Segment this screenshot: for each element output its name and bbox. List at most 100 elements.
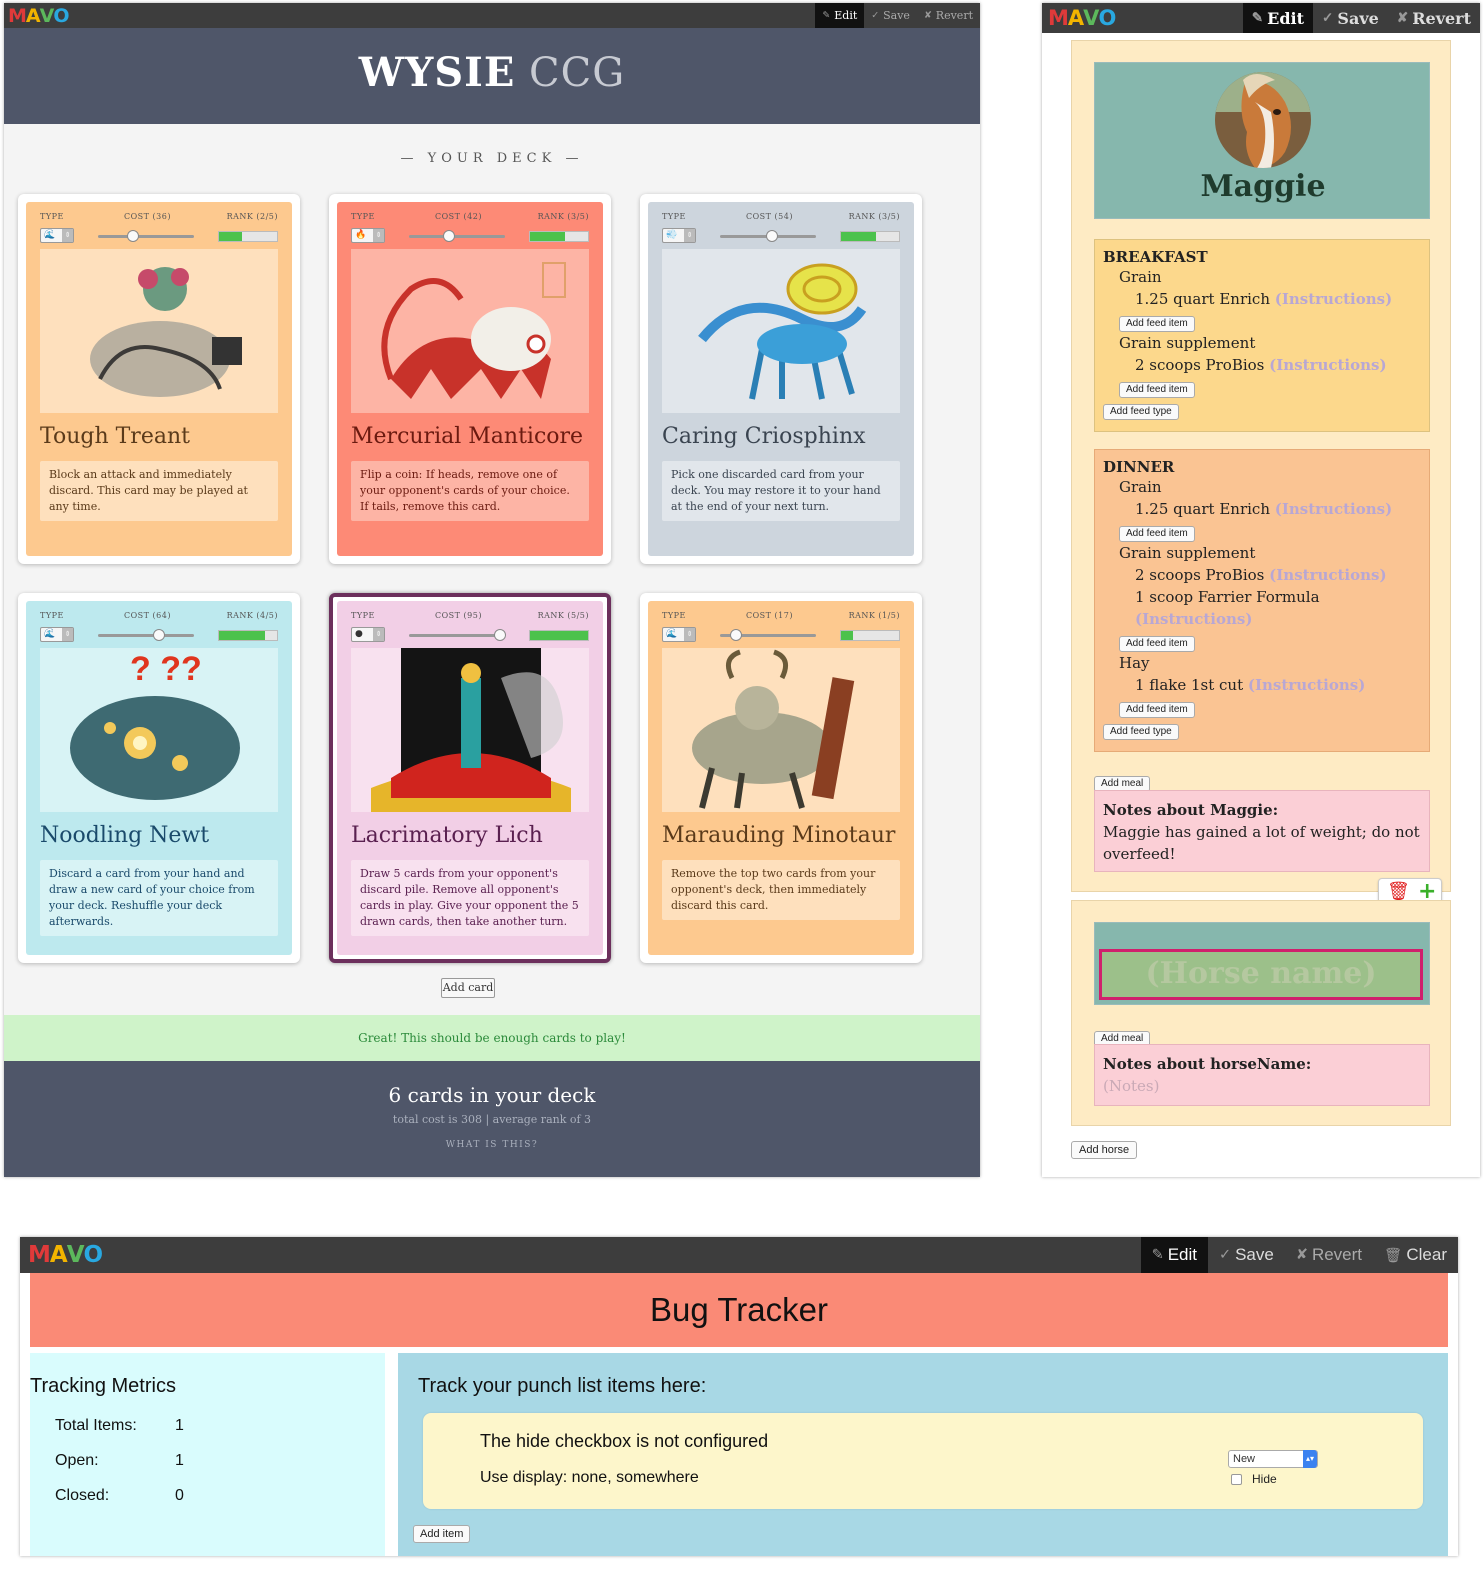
- add-feed-item-button[interactable]: Add feed item: [1119, 636, 1195, 652]
- trash-icon[interactable]: 🗑: [1387, 881, 1410, 902]
- feed-item-text[interactable]: 1.25 quart Enrich: [1135, 290, 1270, 308]
- add-feed-item-button[interactable]: Add feed item: [1119, 526, 1195, 542]
- edit-button[interactable]: ✎ Edit: [1140, 1237, 1208, 1273]
- cost-slider[interactable]: [720, 230, 816, 242]
- type-select[interactable]: 💨 ⇕: [662, 228, 696, 243]
- type-label: TYPE: [662, 611, 686, 620]
- horse-photo: [1215, 72, 1311, 168]
- card-body: TYPE COST (42) RANK (3/5) 🔥 ⇕ Mercurial Manti…: [337, 202, 603, 556]
- card-name[interactable]: Noodling Newt: [40, 823, 209, 848]
- slider-knob[interactable]: [494, 629, 507, 641]
- slider-knob[interactable]: [126, 230, 139, 242]
- feed-item-text[interactable]: 1 flake 1st cut: [1135, 676, 1243, 694]
- card[interactable]: TYPE COST (64) RANK (4/5) 🌊 ⇕? ?? Noodling Ne…: [18, 593, 300, 963]
- card-description[interactable]: Draw 5 cards from your opponent's discar…: [351, 860, 589, 936]
- type-select[interactable]: 🌊 ⇕: [662, 627, 696, 642]
- revert-button[interactable]: ✘ Revert: [1285, 1237, 1373, 1273]
- revert-button[interactable]: ✘ Revert: [1388, 3, 1480, 33]
- add-feed-item-row: Add feed item: [1103, 376, 1429, 398]
- save-button[interactable]: ✓ Save: [864, 3, 917, 28]
- rank-meter: [218, 231, 278, 242]
- card-description[interactable]: Pick one discarded card from your deck. …: [662, 461, 900, 521]
- instructions-link[interactable]: (Instructions): [1275, 500, 1392, 518]
- instructions-link[interactable]: (Instructions): [1248, 676, 1365, 694]
- cost-slider[interactable]: [720, 629, 816, 641]
- card-description[interactable]: Discard a card from your hand and draw a…: [40, 860, 278, 936]
- card[interactable]: TYPE COST (54) RANK (3/5) 💨 ⇕ Caring Criosphi…: [640, 194, 922, 564]
- cost-slider[interactable]: [98, 230, 194, 242]
- item-title[interactable]: The hide checkbox is not configured: [480, 1431, 768, 1452]
- add-feed-item-button[interactable]: Add feed item: [1119, 702, 1195, 718]
- slider-knob[interactable]: [765, 230, 778, 242]
- add-feed-type-button[interactable]: Add feed type: [1103, 724, 1179, 740]
- card-name[interactable]: Mercurial Manticore: [351, 424, 583, 449]
- instructions-link[interactable]: (Instructions): [1269, 566, 1386, 584]
- rank-label: RANK (3/5): [537, 212, 589, 221]
- what-is-this-link[interactable]: WHAT IS THIS?: [4, 1140, 980, 1150]
- edit-button[interactable]: ✎ Edit: [815, 3, 865, 28]
- add-feed-type-row: Add feed type: [1103, 398, 1429, 420]
- metric-total: Total Items: 1: [55, 1417, 184, 1434]
- revert-button[interactable]: ✘ Revert: [917, 3, 980, 28]
- slider-knob[interactable]: [730, 629, 743, 641]
- cost-slider[interactable]: [98, 629, 194, 641]
- feed-type[interactable]: Grain supplement: [1103, 542, 1429, 564]
- mavo-logo: MAVO: [28, 1242, 103, 1268]
- feed-item-text[interactable]: 1.25 quart Enrich: [1135, 500, 1270, 518]
- card[interactable]: TYPE COST (36) RANK (2/5) 🌊 ⇕ Tough Treant Blo…: [18, 194, 300, 564]
- card[interactable]: TYPE COST (17) RANK (1/5) 🌊 ⇕ Marauding Minot…: [640, 593, 922, 963]
- svg-text:? ??: ? ??: [130, 650, 202, 688]
- add-feed-item-row: Add feed item: [1103, 520, 1429, 542]
- feed-type[interactable]: Hay: [1103, 652, 1429, 674]
- instructions-link[interactable]: (Instructions): [1275, 290, 1392, 308]
- notes-text[interactable]: Maggie has gained a lot of weight; do no…: [1103, 821, 1421, 865]
- meal-title[interactable]: BREAKFAST: [1103, 248, 1429, 266]
- horse-header: (Horse name): [1094, 922, 1430, 1005]
- edit-button[interactable]: ✎ Edit: [1242, 3, 1314, 33]
- add-meal-button[interactable]: Add meal: [1094, 771, 1151, 792]
- save-button[interactable]: ✓ Save: [1208, 1237, 1285, 1273]
- type-select[interactable]: 🌊 ⇕: [40, 627, 74, 642]
- save-button[interactable]: ✓ Save: [1313, 3, 1388, 33]
- clear-button[interactable]: 🗑 Clear: [1373, 1237, 1458, 1273]
- card[interactable]: TYPE COST (42) RANK (3/5) 🔥 ⇕ Mercurial Manti…: [329, 194, 611, 564]
- horse-name-input[interactable]: (Horse name): [1099, 949, 1423, 1000]
- card[interactable]: TYPE COST (95) RANK (5/5) ● ⇕ Lacrimatory Lic…: [329, 593, 611, 963]
- slider-knob[interactable]: [153, 629, 166, 641]
- slider-knob[interactable]: [443, 230, 456, 242]
- card-description[interactable]: Flip a coin: If heads, remove one of you…: [351, 461, 589, 521]
- card-name[interactable]: Caring Criosphinx: [662, 424, 866, 449]
- type-select[interactable]: ● ⇕: [351, 627, 385, 642]
- cost-slider[interactable]: [409, 230, 505, 242]
- feed-item-text[interactable]: 1 scoop Farrier Formula: [1135, 588, 1320, 606]
- add-feed-item-button[interactable]: Add feed item: [1119, 382, 1195, 398]
- feed-type[interactable]: Grain: [1103, 266, 1429, 288]
- metrics-heading: Tracking Metrics: [30, 1375, 176, 1397]
- item-description[interactable]: Use display: none, somewhere: [480, 1469, 699, 1487]
- add-feed-type-button[interactable]: Add feed type: [1103, 404, 1179, 420]
- add-feed-item-button[interactable]: Add feed item: [1119, 316, 1195, 332]
- feed-type[interactable]: Grain supplement: [1103, 332, 1429, 354]
- add-horse-button[interactable]: Add horse: [1071, 1138, 1138, 1159]
- card-description[interactable]: Block an attack and immediately discard.…: [40, 461, 278, 521]
- card-name[interactable]: Lacrimatory Lich: [351, 823, 543, 848]
- meal-title[interactable]: DINNER: [1103, 458, 1429, 476]
- feed-item-text[interactable]: 2 scoops ProBios: [1135, 566, 1264, 584]
- notes-input[interactable]: (Notes): [1103, 1075, 1421, 1097]
- status-select[interactable]: New ▴▾: [1228, 1450, 1318, 1468]
- add-item-button[interactable]: Add item: [413, 1524, 471, 1543]
- type-select[interactable]: 🌊 ⇕: [40, 228, 74, 243]
- cost-slider[interactable]: [409, 629, 507, 641]
- notes-heading: Notes about horseName:: [1103, 1055, 1312, 1073]
- card-name[interactable]: Tough Treant: [40, 424, 190, 449]
- instructions-link[interactable]: (Instructions): [1135, 610, 1252, 628]
- hide-checkbox[interactable]: [1231, 1474, 1242, 1485]
- card-description[interactable]: Remove the top two cards from your oppon…: [662, 860, 900, 920]
- add-card-button[interactable]: Add card: [441, 978, 495, 998]
- feed-type[interactable]: Grain: [1103, 476, 1429, 498]
- card-name[interactable]: Marauding Minotaur: [662, 823, 895, 848]
- instructions-link[interactable]: (Instructions): [1269, 356, 1386, 374]
- feed-item-text[interactable]: 2 scoops ProBios: [1135, 356, 1264, 374]
- type-select[interactable]: 🔥 ⇕: [351, 228, 385, 243]
- horse-name[interactable]: Maggie: [1095, 169, 1431, 204]
